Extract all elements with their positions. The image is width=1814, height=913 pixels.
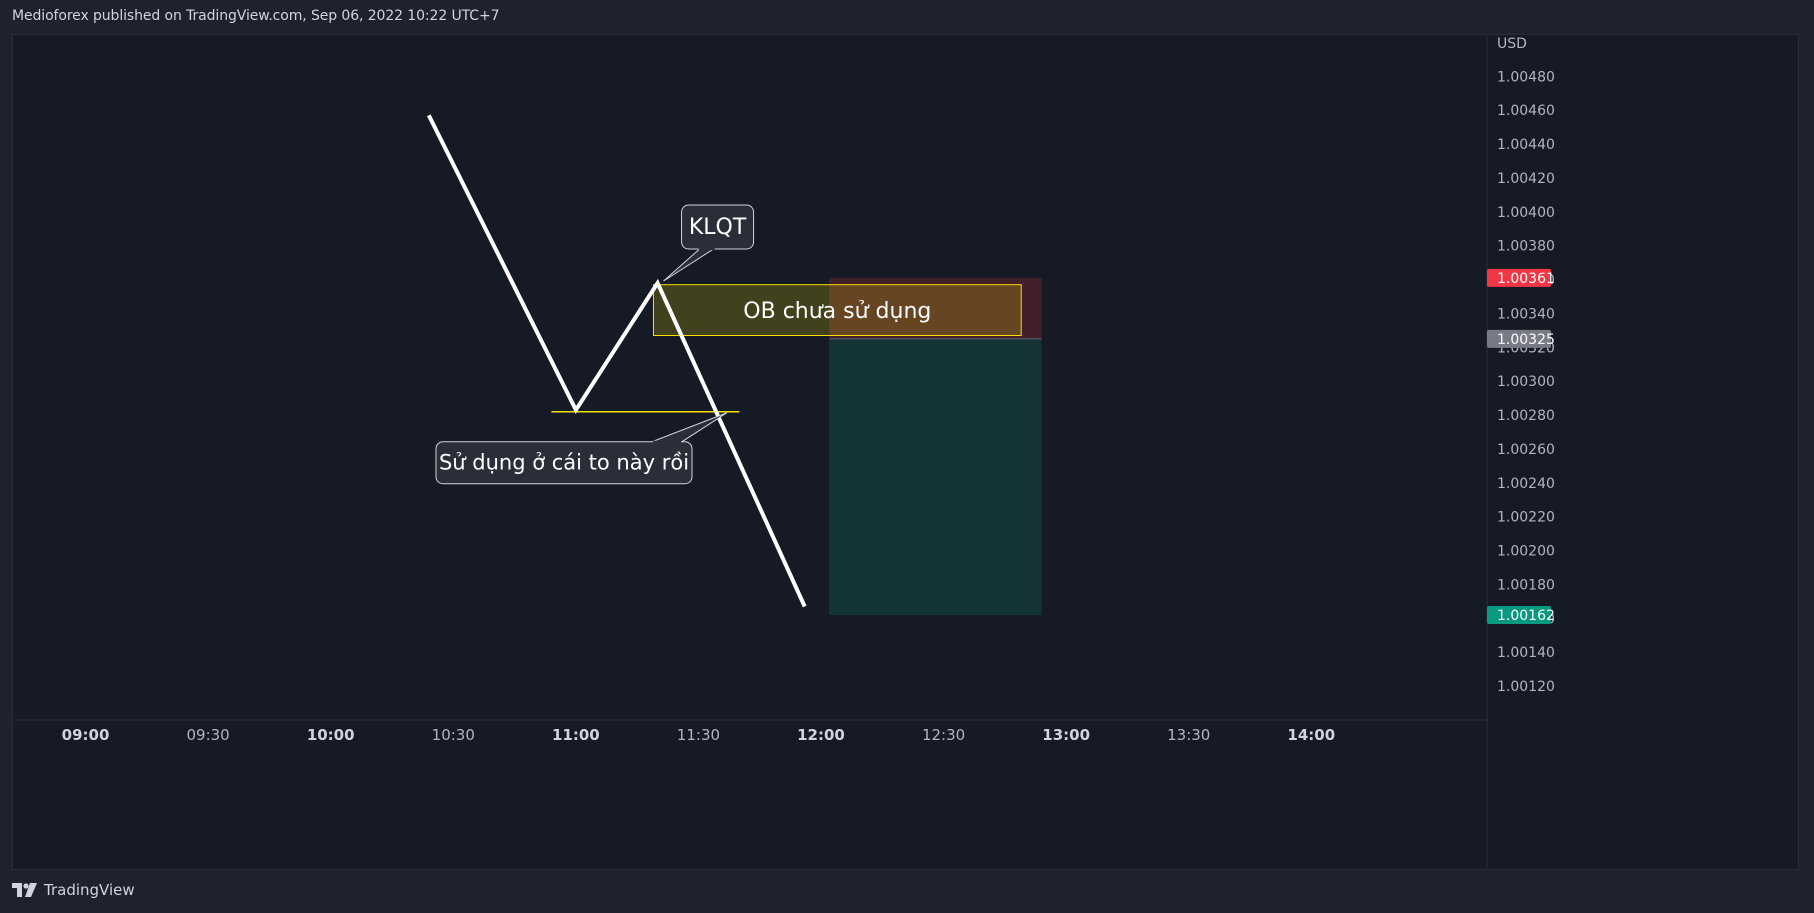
order-block-label: OB chưa sử dụng (743, 299, 931, 324)
price-tick-label: 1.00420 (1497, 171, 1555, 187)
price-tick-label: 1.00300 (1497, 374, 1555, 390)
footer-brand-label: TradingView (44, 881, 135, 899)
callout-klqt-pointer (663, 248, 716, 282)
price-tick-label: 1.00260 (1497, 442, 1555, 458)
price-tick-label: 1.00440 (1497, 137, 1555, 153)
price-axis[interactable]: USD 1.00480 1.00460 1.00440 1.00420 1.00400 1.… (1486, 34, 1555, 870)
price-tick-label: 1.00180 (1497, 577, 1555, 593)
callout-klqt-joint (698, 246, 715, 250)
target-zone (829, 338, 1042, 615)
time-tick-label: 13:00 (1042, 726, 1090, 744)
price-tick-label: 1.00220 (1497, 510, 1555, 526)
price-tag-label: 1.00325 (1497, 332, 1555, 348)
callouts[interactable]: KLQT Sử dụng ở cái to này rồi (435, 204, 755, 485)
price-tag-label: 1.00361 (1497, 271, 1555, 287)
callout-used-pointer (651, 412, 728, 443)
time-tick-label: 10:00 (307, 726, 355, 744)
tradingview-logo-icon (12, 883, 37, 897)
price-tick-label: 1.00200 (1497, 544, 1555, 560)
price-tick-label: 1.00380 (1497, 239, 1555, 255)
publish-header: Medioforex published on TradingView.com,… (12, 8, 500, 24)
price-chart[interactable]: OB chưa sử dụng KLQT Sử dụng ở cái to này… (12, 34, 1799, 870)
time-tick-label: 12:00 (797, 726, 845, 744)
time-tick-label: 14:00 (1287, 726, 1335, 744)
price-axis-currency: USD (1497, 36, 1527, 52)
callout-used-label: Sử dụng ở cái to này rồi (439, 451, 689, 475)
order-block[interactable]: OB chưa sử dụng (652, 284, 1022, 337)
time-tick-label: 11:00 (552, 726, 600, 744)
price-tag-label: 1.00162 (1497, 608, 1555, 624)
price-path-line (427, 114, 807, 608)
price-tick-label: 1.00240 (1497, 476, 1555, 492)
price-tick-label: 1.00340 (1497, 306, 1555, 322)
callout-used-joint (653, 440, 681, 444)
time-tick-label: 10:30 (432, 726, 475, 744)
time-tick-label: 13:30 (1167, 726, 1210, 744)
price-tick-label: 1.00140 (1497, 645, 1555, 661)
time-tick-label: 12:30 (922, 726, 965, 744)
price-path[interactable] (427, 114, 807, 608)
footer-brand[interactable]: TradingView (12, 881, 135, 899)
price-tick-label: 1.00280 (1497, 408, 1555, 424)
callout-klqt-label: KLQT (689, 215, 747, 240)
price-tick-label: 1.00460 (1497, 103, 1555, 119)
time-tick-label: 09:00 (62, 726, 110, 744)
time-tick-label: 09:30 (187, 726, 230, 744)
price-tick-label: 1.00120 (1497, 679, 1555, 695)
price-tick-label: 1.00400 (1497, 205, 1555, 221)
price-tick-label: 1.00480 (1497, 69, 1555, 85)
time-tick-label: 11:30 (677, 726, 720, 744)
time-axis[interactable]: 09:00 09:30 10:00 10:30 11:00 11:30 12:00 12:30… (12, 719, 1487, 744)
